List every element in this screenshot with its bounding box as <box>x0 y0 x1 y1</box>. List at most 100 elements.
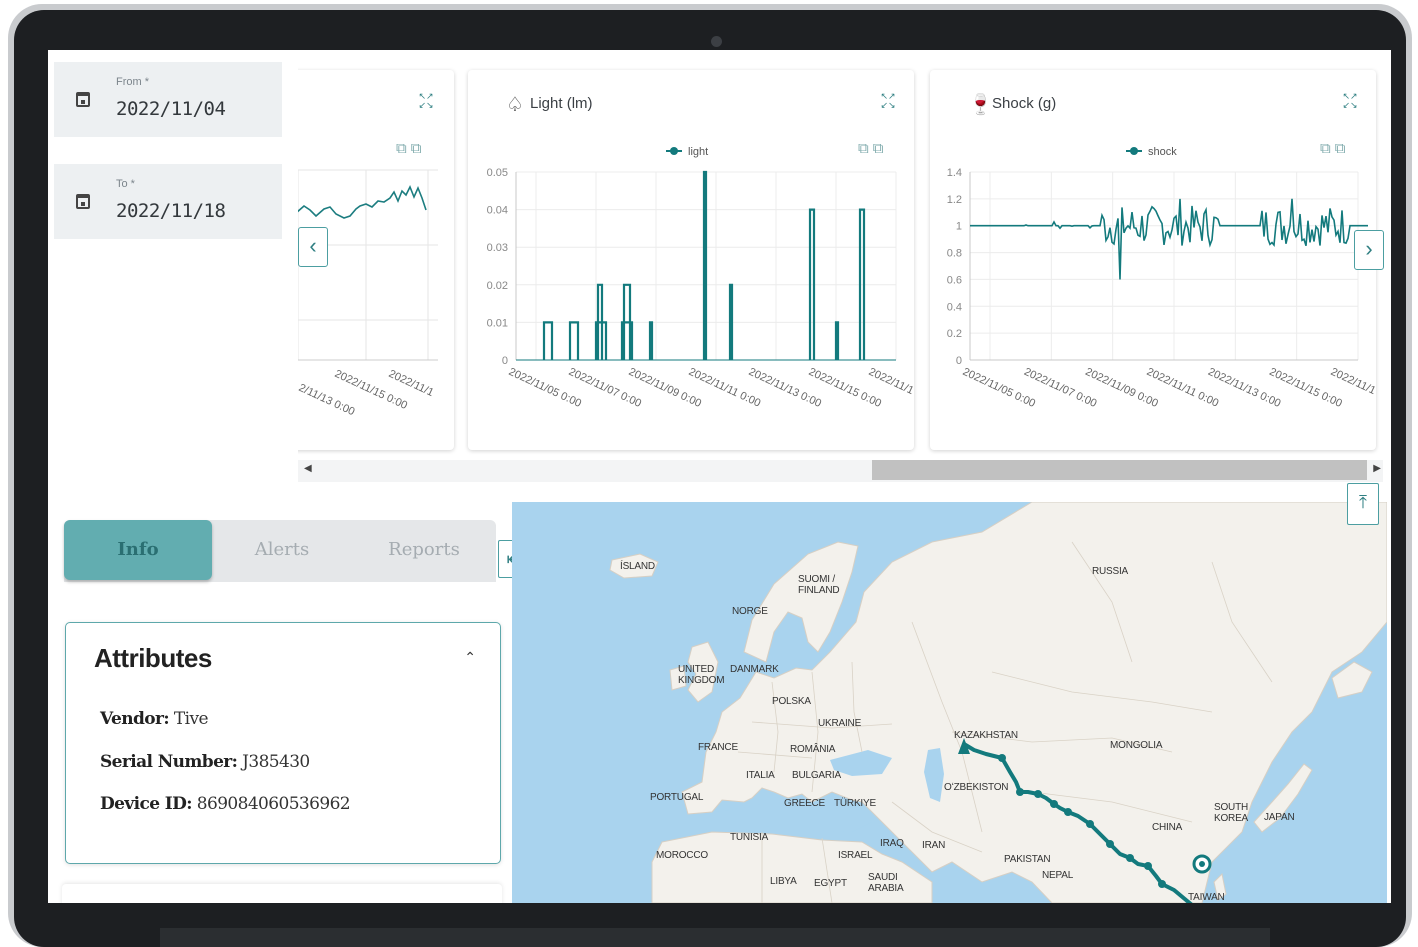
map-label: EGYPT <box>814 878 847 889</box>
x-tick-label: 2022/11/1 <box>867 366 914 397</box>
detail-tabs: Info Alerts Reports <box>64 520 496 582</box>
partial-x-tick: 2/11/13 0:00 <box>298 382 357 418</box>
map-label: IRAN <box>922 840 946 851</box>
attributes-title: Attributes <box>94 643 212 673</box>
y-tick-label: 0.6 <box>947 274 962 286</box>
serial-value: J385430 <box>242 752 310 772</box>
y-tick-label: 1.2 <box>947 194 962 206</box>
legend-marker <box>1130 147 1138 155</box>
map-label: BULGARIA <box>792 770 841 781</box>
y-tick-label: 0.4 <box>947 301 962 313</box>
map-label: UNITED KINGDOM <box>678 664 725 686</box>
legend-label: shock <box>1148 146 1177 158</box>
map-label: ITALIA <box>746 770 775 781</box>
scrollbar-thumb[interactable] <box>872 460 1367 480</box>
map-label: GREECE <box>784 798 826 809</box>
y-tick-label: 1 <box>956 221 962 233</box>
map-label: ISRAEL <box>838 850 873 861</box>
map-label: SUOMI / FINLAND <box>798 574 840 596</box>
carousel-prev-button[interactable]: ‹ <box>298 227 328 267</box>
shock-chart-card: 🍷 Shock (g) ↖↗ ↙↘ ⧉⧉ 1.4 1.2 1 0.8 0.6 0.4 0.2 0… <box>930 70 1376 450</box>
map-label: MONGOLIA <box>1110 740 1163 751</box>
light-series-pulse <box>834 321 840 360</box>
light-series-pulse <box>702 170 708 360</box>
scroll-right-icon[interactable]: ▶ <box>1373 463 1381 474</box>
map-label: RUSSIA <box>1092 566 1129 577</box>
vendor-value: Tive <box>173 709 209 729</box>
vendor-row: Vendor: Tive <box>100 709 209 729</box>
light-chart-svg: 0.050.040.030.020.0102022/11/05 0:002022… <box>487 146 914 410</box>
chart-carousel: ↖↗ ↙↘ ⧉⧉ 2/11/13 0:00 2022/11/15 0:00 202… <box>298 62 1386 498</box>
camera <box>711 36 722 47</box>
light-series-pulse <box>648 321 654 360</box>
from-date-label: From * <box>116 76 149 88</box>
map-label: DANMARK <box>730 664 779 675</box>
light-series-pulse <box>728 283 734 360</box>
serial-row: Serial Number: J385430 <box>100 752 310 772</box>
map-label: OʻZBEKISTON <box>944 782 1009 793</box>
map-label: MOROCCO <box>656 850 708 861</box>
carousel-next-button[interactable]: › <box>1354 230 1384 270</box>
map-label: IRAQ <box>880 838 904 849</box>
shock-series-line <box>970 198 1368 280</box>
device-label: Device ID: <box>100 794 193 814</box>
horizontal-scrollbar[interactable]: ◀ ▶ <box>298 460 1383 482</box>
app-screen: From * 2022/11/04 To * 2022/11/18 ↖↗ ↙↘ ⧉… <box>48 50 1391 903</box>
map-label: PAKISTAN <box>1004 854 1051 865</box>
map-label: PORTUGAL <box>650 792 704 803</box>
y-tick-label: 0.05 <box>487 167 508 179</box>
map-label: TAIWAN <box>1188 892 1225 903</box>
device-value: 869084060536962 <box>196 794 351 814</box>
y-tick-label: 0.03 <box>487 242 508 254</box>
legend-label: light <box>688 146 708 158</box>
map-label: SAUDI ARABIA <box>868 872 904 894</box>
calendar-icon <box>76 92 90 107</box>
map-label: SOUTH KOREA <box>1214 802 1249 824</box>
route-end-dot <box>1199 861 1205 867</box>
serial-label: Serial Number: <box>100 752 238 772</box>
y-tick-label: 0.02 <box>487 280 508 292</box>
y-tick-label: 0.2 <box>947 328 962 340</box>
calendar-icon <box>76 194 90 209</box>
light-series-pulse <box>568 321 580 360</box>
route-map[interactable]: ÍSLAND SUOMI / FINLAND NORGE RUSSIA UNIT… <box>512 502 1387 903</box>
y-tick-label: 1.4 <box>947 167 962 179</box>
to-date-label: To * <box>116 178 135 190</box>
temperature-line <box>298 185 427 219</box>
to-date-value: 2022/11/18 <box>116 200 226 222</box>
tab-reports[interactable]: Reports <box>352 520 496 580</box>
attributes-card: Attributes ⌃ Vendor: Tive Serial Number:… <box>65 622 501 864</box>
y-tick-label: 0 <box>502 355 508 367</box>
map-label: TUNISIA <box>730 832 769 843</box>
next-card <box>62 884 502 903</box>
map-label: UKRAINE <box>818 718 862 729</box>
map-label: NORGE <box>732 606 768 617</box>
map-label: FRANCE <box>698 742 738 753</box>
scroll-to-top-button[interactable]: ⤒ <box>1347 483 1379 525</box>
map-label: JAPAN <box>1264 812 1295 823</box>
vendor-label: Vendor: <box>100 709 170 729</box>
device-row: Device ID: 869084060536962 <box>100 794 351 814</box>
chevron-up-icon[interactable]: ⌃ <box>464 649 476 666</box>
laptop-chin <box>160 928 1270 947</box>
map-label: LIBYA <box>770 876 797 887</box>
x-tick-label: 2022/11/1 <box>1329 366 1376 397</box>
shock-chart-svg: 1.41.210.80.60.40.202022/11/05 0:002022/… <box>947 146 1376 410</box>
tab-info[interactable]: Info <box>64 520 212 580</box>
scroll-left-icon[interactable]: ◀ <box>304 463 312 474</box>
to-date-field[interactable]: To * 2022/11/18 <box>54 164 282 239</box>
map-label: ÍSLAND <box>620 561 655 572</box>
map-label: NEPAL <box>1042 870 1074 881</box>
from-date-value: 2022/11/04 <box>116 98 226 120</box>
light-series-pulse <box>542 321 554 360</box>
tab-alerts[interactable]: Alerts <box>212 520 352 580</box>
map-label: CHINA <box>1152 822 1183 833</box>
y-tick-label: 0 <box>956 355 962 367</box>
y-tick-label: 0.01 <box>487 317 508 329</box>
from-date-field[interactable]: From * 2022/11/04 <box>54 62 282 137</box>
map-label: ROMÂNIA <box>790 744 836 755</box>
y-tick-label: 0.04 <box>487 205 508 217</box>
map-label: POLSKA <box>772 696 811 707</box>
y-tick-label: 0.8 <box>947 248 962 260</box>
light-chart-card: ♤ Light (lm) ↖↗ ↙↘ ⧉⧉ 0.05 0.04 0.03 0.02 0.0… <box>468 70 914 450</box>
